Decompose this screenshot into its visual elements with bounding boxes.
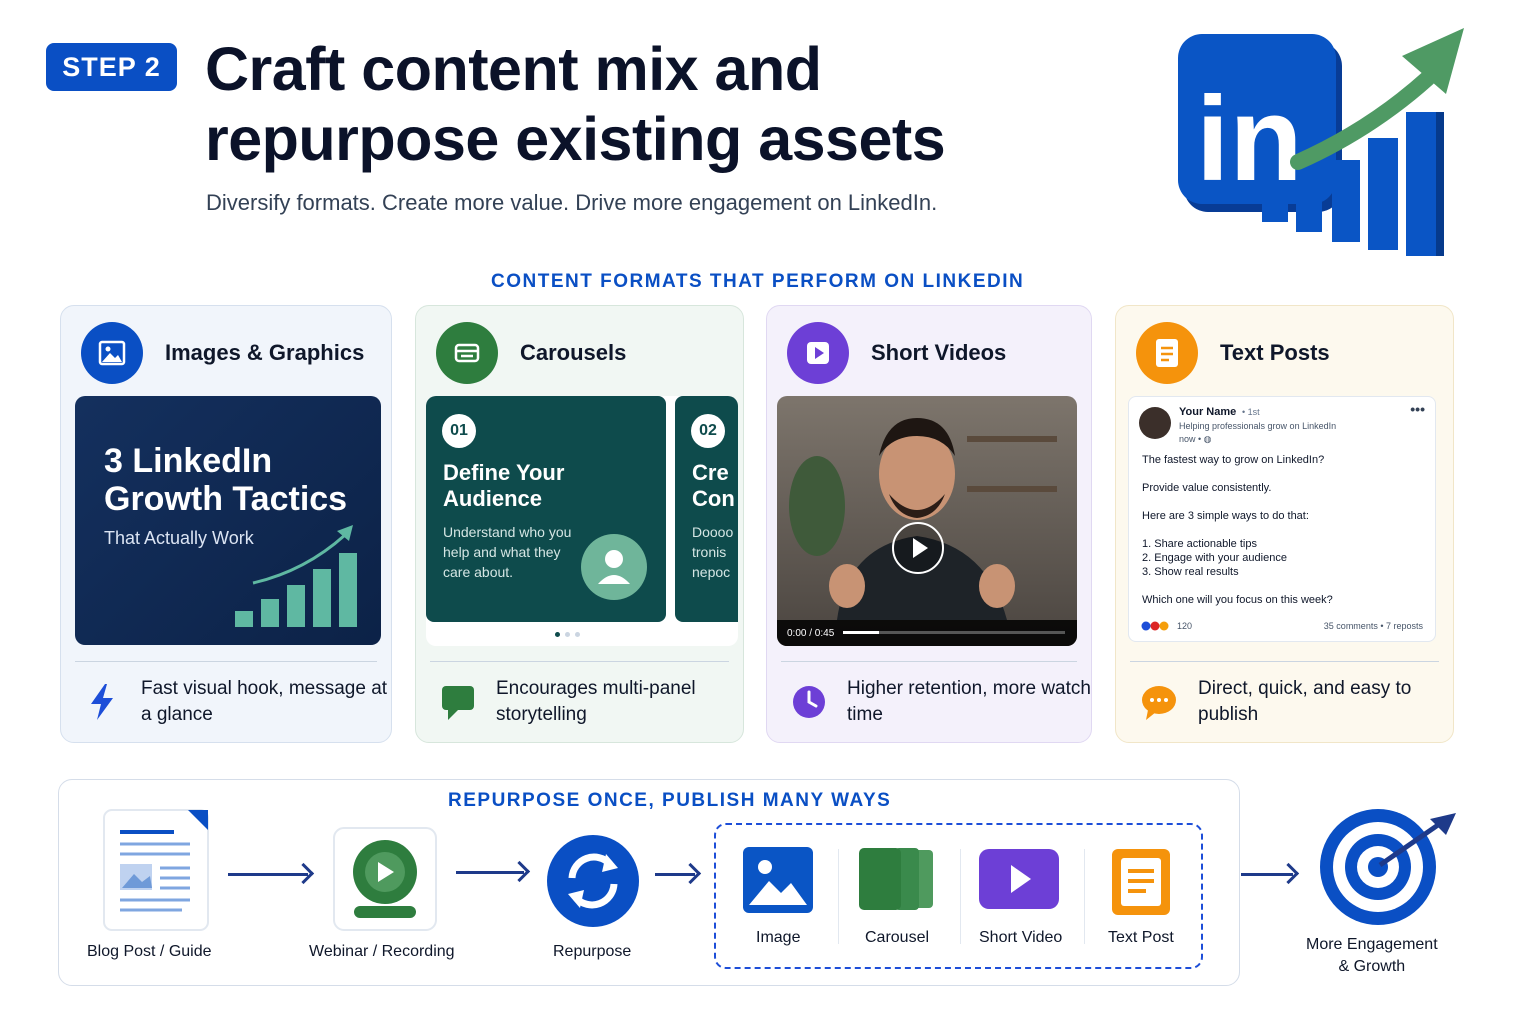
card-title: Short Videos (871, 340, 1007, 365)
person-icon (581, 534, 647, 600)
slide-text: Understand who you help and what they ca… (443, 524, 572, 580)
slide-title: Cre Con (692, 460, 735, 511)
image-icon (743, 847, 813, 913)
pagination-dot[interactable] (555, 632, 560, 637)
linkedin-post-preview: Your Name • 1st Helping professionals gr… (1128, 396, 1436, 642)
repurpose-section-label: REPURPOSE ONCE, PUBLISH MANY WAYS (448, 790, 892, 811)
post-degree: • 1st (1242, 407, 1260, 417)
speech-bubble-icon (1142, 686, 1176, 720)
document-icon (1136, 322, 1198, 384)
slide-text: Doooo tronis nepoc (692, 524, 734, 580)
linkedin-growth-logo: in (1178, 28, 1464, 256)
pagination-dot[interactable] (565, 632, 570, 637)
carousel-slide-2: 02 Cre Con Doooo tronis nepoc (675, 396, 738, 622)
divider (960, 849, 961, 944)
slide-number: 01 (442, 414, 476, 448)
title-line-1: Craft content mix and (205, 35, 822, 103)
post-line: Which one will you focus on this week? (1142, 594, 1333, 606)
graphic-headline: 3 LinkedIn Growth Tactics (104, 442, 348, 518)
video-progress (843, 631, 879, 634)
lightning-icon (91, 684, 113, 720)
refresh-icon (547, 835, 639, 927)
divider (838, 849, 839, 944)
arrow-right-icon (1241, 873, 1293, 876)
card-divider (781, 661, 1077, 662)
play-icon (979, 849, 1059, 909)
document-icon (1112, 849, 1170, 915)
post-author[interactable]: Your Name (1179, 406, 1236, 418)
reactions-icon[interactable] (1141, 621, 1173, 631)
result-label-line-1: More Engagement (1306, 936, 1438, 953)
format-card-videos: Short Videos 0:00 / 0:45 Higher retentio… (766, 305, 1092, 743)
post-headline: Helping professionals grow on LinkedIn (1179, 421, 1337, 431)
carousel-icon (436, 322, 498, 384)
output-label: Text Post (1108, 929, 1174, 946)
card-benefit: Encourages multi-panel storytelling (496, 678, 696, 725)
output-label: Carousel (865, 929, 930, 946)
page-subtitle: Diversify formats. Create more value. Dr… (206, 190, 938, 215)
output-label: Image (756, 929, 801, 946)
card-benefit: Fast visual hook, message at a glance (141, 678, 388, 725)
card-title: Text Posts (1220, 340, 1330, 365)
page-title: Craft content mix and repurpose existing… (205, 34, 1065, 174)
carousel-pagination[interactable] (555, 632, 580, 637)
post-line: 2. Engage with your audience (1142, 552, 1287, 564)
format-card-images: Images & Graphics 3 LinkedIn Growth Tact… (60, 305, 392, 743)
document-icon (103, 809, 209, 931)
image-icon (81, 322, 143, 384)
slide-title: Define Your Audience (443, 460, 565, 511)
card-divider (430, 661, 729, 662)
more-options-icon[interactable]: ••• (1410, 401, 1425, 417)
output-label: Short Video (979, 929, 1063, 946)
target-icon (1320, 809, 1456, 925)
post-line: Here are 3 simple ways to do that: (1142, 510, 1309, 522)
play-icon (787, 322, 849, 384)
hub-label: Repurpose (553, 943, 632, 960)
carousel-preview: 01 Define Your Audience Understand who y… (426, 396, 738, 646)
chat-icon (442, 686, 474, 720)
arrow-right-icon (456, 871, 524, 874)
format-card-carousels: Carousels 01 Define Your Audience Unders… (415, 305, 744, 743)
source-label: Webinar / Recording (309, 943, 455, 960)
card-divider (75, 661, 377, 662)
chart-bars-icon (235, 525, 357, 627)
post-line: Provide value consistently. (1142, 482, 1272, 494)
graphic-preview: 3 LinkedIn Growth Tactics That Actually … (75, 396, 381, 645)
result-label: More Engagement & Growth (1306, 934, 1438, 978)
arrow-right-icon (228, 873, 308, 876)
post-line: The fastest way to grow on LinkedIn? (1142, 454, 1325, 466)
pagination-dot[interactable] (575, 632, 580, 637)
card-divider (1130, 661, 1439, 662)
post-line: 3. Show real results (1142, 566, 1239, 578)
presenter-image (789, 418, 1057, 620)
video-player[interactable]: 0:00 / 0:45 (777, 396, 1077, 646)
carousel-slide-1: 01 Define Your Audience Understand who y… (426, 396, 666, 622)
video-time: 0:00 / 0:45 (787, 628, 835, 639)
post-body: The fastest way to grow on LinkedIn? Pro… (1142, 453, 1422, 621)
slide-number: 02 (691, 414, 725, 448)
title-line-2: repurpose existing assets (205, 105, 946, 173)
avatar (1139, 407, 1171, 439)
post-line: 1. Share actionable tips (1142, 538, 1257, 550)
format-card-text-posts: Text Posts Your Name • 1st Helping profe… (1115, 305, 1454, 743)
play-button[interactable] (892, 522, 944, 574)
webcam-icon (333, 827, 437, 931)
carousel-icon (859, 848, 933, 910)
card-title: Carousels (520, 340, 627, 365)
reaction-count[interactable]: 120 (1177, 621, 1192, 631)
card-benefit: Direct, quick, and easy to publish (1198, 678, 1412, 725)
result-label-line-2: & Growth (1338, 958, 1406, 975)
post-stats[interactable]: 35 comments • 7 reposts (1324, 621, 1423, 631)
play-icon (913, 538, 928, 558)
card-title: Images & Graphics (165, 340, 365, 365)
source-label: Blog Post / Guide (87, 943, 212, 960)
arrow-right-icon (655, 873, 695, 876)
clock-icon (793, 686, 825, 718)
step-badge: STEP 2 (46, 43, 177, 91)
formats-section-label: CONTENT FORMATS THAT PERFORM ON LINKEDIN (491, 271, 1025, 292)
card-benefit: Higher retention, more watch time (847, 678, 1091, 725)
divider (1084, 849, 1085, 944)
logo-text: in (1196, 72, 1303, 206)
post-time: now • ◍ (1179, 434, 1212, 444)
